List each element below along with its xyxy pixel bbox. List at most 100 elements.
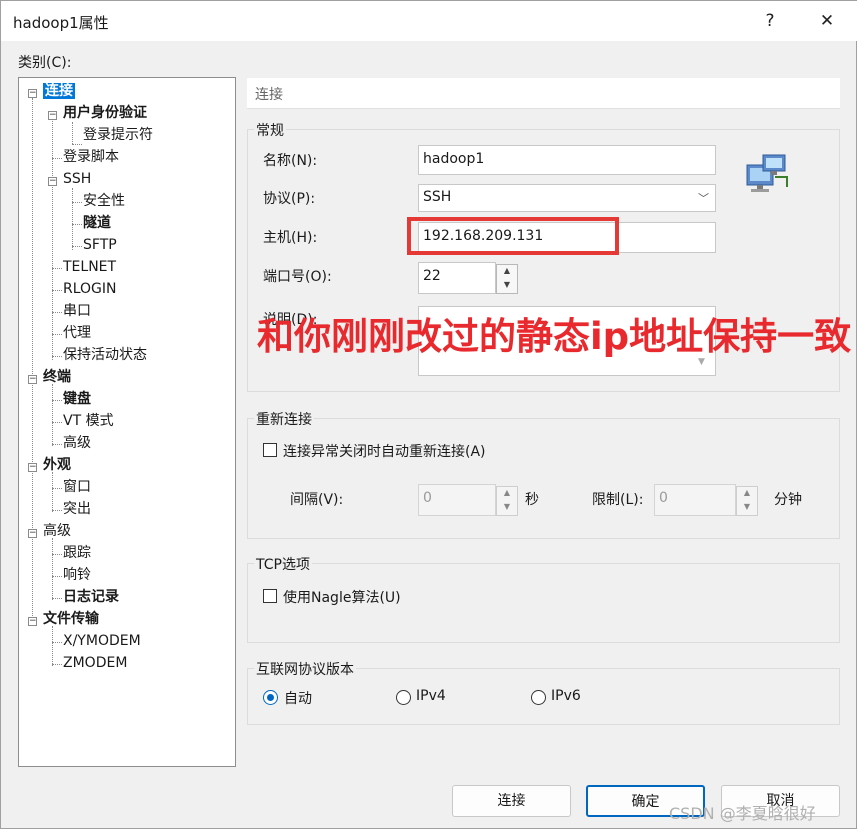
auto-reconnect-checkbox[interactable]: [263, 443, 277, 457]
tree-connector: [52, 626, 53, 666]
tree-item-highlight[interactable]: 突出: [63, 500, 91, 518]
window-title: hadoop1属性: [13, 14, 109, 32]
tree-connector: [32, 98, 33, 618]
host-label: 主机(H):: [263, 230, 318, 246]
tree-connector: [72, 122, 73, 144]
tree-item-connection[interactable]: 连接: [43, 82, 75, 100]
tree-item-telnet[interactable]: TELNET: [63, 258, 116, 276]
interval-unit: 秒: [525, 492, 539, 508]
tree-item-logging[interactable]: 日志记录: [63, 588, 119, 606]
protocol-label: 协议(P):: [263, 191, 316, 207]
tree-item-window[interactable]: 窗口: [63, 478, 91, 496]
interval-label: 间隔(V):: [290, 492, 344, 508]
title-bar: hadoop1属性 ? ✕: [1, 1, 857, 41]
tree-item-bell[interactable]: 响铃: [63, 566, 91, 584]
tree-connector: [52, 488, 62, 489]
spin-down-icon[interactable]: ▼: [497, 501, 517, 515]
collapse-toggle[interactable]: −: [28, 463, 37, 472]
tree-item-keyboard[interactable]: 键盘: [63, 390, 91, 408]
ip-auto-radio[interactable]: [263, 690, 278, 705]
tree-connector: [72, 144, 82, 145]
spin-down-icon[interactable]: ▼: [497, 279, 517, 293]
tree-connector: [52, 356, 62, 357]
tree-item-keepalive[interactable]: 保持活动状态: [63, 346, 147, 364]
nagle-label: 使用Nagle算法(U): [283, 590, 401, 606]
tree-item-login-script[interactable]: 登录脚本: [63, 148, 119, 166]
ipv4-radio[interactable]: [396, 690, 411, 705]
collapse-toggle[interactable]: −: [28, 89, 37, 98]
ipv6-radio[interactable]: [531, 690, 546, 705]
collapse-toggle[interactable]: −: [28, 375, 37, 384]
collapse-toggle[interactable]: −: [28, 529, 37, 538]
collapse-toggle[interactable]: −: [48, 111, 57, 120]
tree-connector: [52, 664, 62, 665]
limit-spinner[interactable]: ▲ ▼: [736, 486, 758, 516]
protocol-select[interactable]: SSH ﹀: [418, 184, 716, 212]
interval-spinner[interactable]: ▲ ▼: [496, 486, 518, 516]
section-header: 连接: [247, 78, 840, 109]
tree-item-advanced[interactable]: 高级: [43, 522, 71, 540]
limit-input[interactable]: 0: [654, 484, 736, 516]
tree-connector: [72, 246, 82, 247]
tree-item-login-prompt[interactable]: 登录提示符: [83, 126, 153, 144]
spin-up-icon[interactable]: ▲: [497, 487, 517, 501]
port-spinner[interactable]: ▲ ▼: [496, 264, 518, 294]
tree-item-appearance[interactable]: 外观: [43, 456, 71, 474]
tree-item-trace[interactable]: 跟踪: [63, 544, 91, 562]
port-label: 端口号(O):: [263, 269, 332, 285]
interval-input[interactable]: 0: [418, 484, 496, 516]
auto-reconnect-label: 连接异常关闭时自动重新连接(A): [283, 444, 486, 460]
tree-item-tunnel[interactable]: 隧道: [83, 214, 111, 232]
tree-item-sftp[interactable]: SFTP: [83, 236, 117, 254]
host-highlight-box: [407, 217, 619, 255]
tree-item-rlogin[interactable]: RLOGIN: [63, 280, 117, 298]
tree-item-xymodem[interactable]: X/YMODEM: [63, 632, 141, 650]
ipv6-label: IPv6: [551, 688, 581, 704]
close-button[interactable]: ✕: [815, 9, 839, 33]
ip-version-group-title: 互联网协议版本: [254, 659, 356, 679]
tree-item-security[interactable]: 安全性: [83, 192, 125, 210]
tree-connector: [52, 598, 62, 599]
tree-connector: [52, 312, 62, 313]
category-label: 类别(C):: [18, 55, 72, 71]
tree-item-file-transfer[interactable]: 文件传输: [43, 610, 99, 628]
spin-up-icon[interactable]: ▲: [497, 265, 517, 279]
tree-connector: [52, 384, 53, 446]
tree-item-terminal[interactable]: 终端: [43, 368, 71, 386]
tree-connector: [52, 472, 53, 512]
name-input[interactable]: hadoop1: [418, 145, 716, 175]
tree-item-user-auth[interactable]: 用户身份验证: [63, 104, 147, 122]
name-label: 名称(N):: [263, 153, 318, 169]
category-tree[interactable]: − 连接 − 用户身份验证 登录提示符 登录脚本 − SSH 安全性 隧道 SF…: [18, 77, 236, 767]
tree-item-zmodem[interactable]: ZMODEM: [63, 654, 127, 672]
collapse-toggle[interactable]: −: [48, 177, 57, 186]
spin-up-icon[interactable]: ▲: [737, 487, 757, 501]
annotation-text: 和你刚刚改过的静态ip地址保持一致: [257, 315, 852, 358]
tree-item-ssh[interactable]: SSH: [63, 170, 91, 188]
nagle-checkbox[interactable]: [263, 589, 277, 603]
tree-connector: [52, 554, 62, 555]
reconnect-group: [247, 418, 840, 539]
chevron-down-icon: ﹀: [698, 192, 709, 205]
limit-label: 限制(L):: [592, 492, 644, 508]
tree-connector: [52, 576, 62, 577]
tree-item-vt-mode[interactable]: VT 模式: [63, 412, 114, 430]
tree-connector: [52, 334, 62, 335]
help-button[interactable]: ?: [758, 9, 782, 33]
reconnect-group-title: 重新连接: [254, 409, 314, 429]
tcp-group-title: TCP选项: [254, 554, 312, 574]
tree-connector: [52, 268, 62, 269]
watermark: CSDN @李夏晗很好: [669, 804, 816, 823]
tree-connector: [52, 290, 62, 291]
port-input[interactable]: 22: [418, 262, 496, 294]
spin-down-icon[interactable]: ▼: [737, 501, 757, 515]
tree-item-serial[interactable]: 串口: [63, 302, 91, 320]
collapse-toggle[interactable]: −: [28, 617, 37, 626]
tree-item-proxy[interactable]: 代理: [63, 324, 91, 342]
tree-connector: [52, 112, 53, 360]
protocol-select-value: SSH: [423, 189, 452, 205]
properties-dialog: hadoop1属性 ? ✕ 类别(C): − 连接 − 用户身份验证 登录提示符…: [0, 0, 857, 829]
section-header-title: 连接: [255, 87, 283, 103]
connect-button[interactable]: 连接: [452, 785, 571, 817]
tree-item-terminal-advanced[interactable]: 高级: [63, 434, 91, 452]
